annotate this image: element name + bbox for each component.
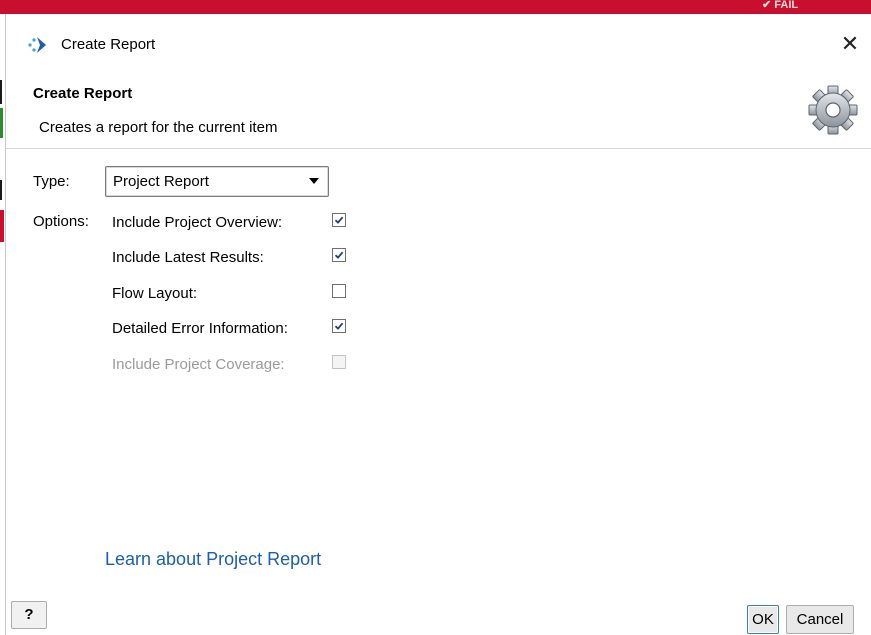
include-project-overview-checkbox[interactable] — [332, 213, 346, 227]
checkmark-icon — [334, 251, 344, 259]
window-title: Create Report — [61, 36, 156, 53]
option-label: Include Project Coverage: — [112, 356, 285, 373]
cancel-button[interactable]: Cancel — [786, 605, 854, 634]
flow-layout-checkbox[interactable] — [332, 284, 346, 298]
header-title: Create Report — [33, 85, 133, 102]
option-label: Include Project Overview: — [112, 214, 283, 231]
help-button[interactable]: ? — [11, 601, 47, 629]
checkmark-icon — [334, 322, 344, 330]
detailed-error-information-checkbox[interactable] — [332, 319, 346, 333]
report-type-select[interactable]: Project Report — [105, 166, 329, 197]
dialog-header: Create Report Creates a report for the c… — [6, 74, 871, 149]
background-edge-marker — [0, 180, 2, 200]
background-status-text: ✔ FAIL — [762, 0, 799, 11]
type-label: Type: — [33, 173, 70, 190]
background-edge-marker — [0, 80, 2, 104]
background-edge-marker — [0, 108, 3, 138]
checkmark-icon — [334, 216, 344, 224]
option-flow-layout: Flow Layout: — [112, 284, 392, 307]
option-label: Detailed Error Information: — [112, 320, 288, 337]
gear-icon — [808, 85, 858, 135]
header-subtitle: Creates a report for the current item — [39, 119, 278, 136]
option-label: Flow Layout: — [112, 285, 198, 302]
option-detailed-error-information: Detailed Error Information: — [112, 319, 392, 342]
dropdown-arrow-icon — [309, 178, 319, 184]
create-report-dialog: Create Report ✕ Create Report Creates a … — [5, 14, 871, 635]
dialog-titlebar: Create Report ✕ — [6, 14, 871, 64]
close-icon: ✕ — [840, 31, 860, 56]
ok-button[interactable]: OK — [747, 605, 779, 634]
report-type-value: Project Report — [113, 173, 209, 190]
background-app-bar: ✔ FAIL — [0, 0, 871, 14]
options-label: Options: — [33, 213, 89, 230]
option-include-project-coverage: Include Project Coverage: — [112, 355, 392, 378]
learn-about-report-link[interactable]: Learn about Project Report — [105, 549, 321, 570]
app-logo-icon — [28, 37, 46, 53]
include-project-coverage-checkbox — [332, 355, 346, 369]
close-button[interactable]: ✕ — [835, 29, 865, 59]
include-latest-results-checkbox[interactable] — [332, 248, 346, 262]
option-include-latest-results: Include Latest Results: — [112, 248, 392, 271]
option-label: Include Latest Results: — [112, 249, 264, 266]
background-edge-marker — [0, 210, 4, 242]
option-include-project-overview: Include Project Overview: — [112, 213, 392, 236]
